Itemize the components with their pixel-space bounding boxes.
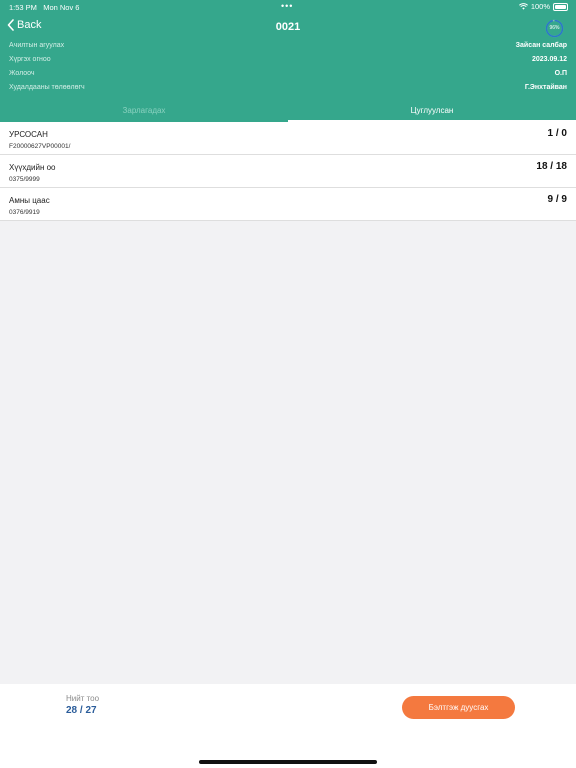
info-row-driver: Жолооч О.П	[9, 70, 567, 82]
item-list: УРСОСАН F20000627VP00001/ 1 / 0 Хүүхдийн…	[0, 122, 576, 221]
info-row-warehouse: Ачилтын агуулах Зайсан салбар	[9, 42, 567, 54]
item-code: 0375/9999	[9, 176, 40, 183]
info-label: Худалдааны төлөөлөгч	[9, 84, 85, 91]
wifi-icon	[518, 3, 528, 10]
item-name: Амны цаас	[9, 196, 50, 205]
segment-tabs: Зарлагадах Цуглуулсан	[0, 100, 576, 122]
multitasking-dots-icon[interactable]: •••	[281, 1, 293, 11]
item-count: 18 / 18	[536, 161, 567, 172]
info-row-delivery-date: Хүргэх огноо 2023.09.12	[9, 56, 567, 68]
item-count: 9 / 9	[547, 194, 567, 205]
progress-indicator: 96%	[545, 19, 564, 38]
list-item[interactable]: УРСОСАН F20000627VP00001/ 1 / 0	[0, 122, 576, 155]
tab-outgoing[interactable]: Зарлагадах	[0, 100, 288, 122]
tab-collected[interactable]: Цуглуулсан	[288, 100, 576, 122]
info-value: Г.Энхтайван	[524, 84, 567, 91]
home-indicator[interactable]	[199, 760, 377, 764]
info-label: Жолооч	[9, 70, 35, 77]
status-time: 1:53 PM Mon Nov 6	[9, 3, 80, 12]
info-label: Хүргэх огноо	[9, 56, 51, 63]
info-value: 2023.09.12	[531, 56, 567, 63]
status-bar: 1:53 PM Mon Nov 6 ••• 100%	[0, 0, 576, 14]
info-row-sales-rep: Худалдааны төлөөлөгч Г.Энхтайван	[9, 84, 567, 96]
battery-percent: 100%	[530, 2, 550, 11]
total-label: Нийт тоо	[66, 694, 100, 703]
info-value: О.П	[554, 70, 567, 77]
list-item[interactable]: Хүүхдийн оо 0375/9999 18 / 18	[0, 155, 576, 188]
finish-preparation-button[interactable]: Бэлтгэж дуусгах	[402, 696, 515, 719]
battery-icon	[553, 2, 568, 11]
page-title: 0021	[275, 21, 301, 33]
navigation-bar: Back 0021 96%	[0, 16, 576, 40]
info-label: Ачилтын агуулах	[9, 42, 65, 49]
item-code: F20000627VP00001/	[9, 143, 71, 150]
item-count: 1 / 0	[547, 128, 567, 139]
list-item[interactable]: Амны цаас 0376/9919 9 / 9	[0, 188, 576, 221]
status-right: 100%	[518, 2, 568, 11]
item-name: УРСОСАН	[9, 130, 48, 139]
progress-label: 96%	[549, 25, 560, 31]
info-value: Зайсан салбар	[515, 42, 567, 49]
total-value: 28 / 27	[66, 705, 97, 716]
item-code: 0376/9919	[9, 209, 40, 216]
header: 1:53 PM Mon Nov 6 ••• 100% Back 0021 96%…	[0, 0, 576, 122]
footer-bar: Нийт тоо 28 / 27 Бэлтгэж дуусгах	[0, 684, 576, 768]
item-name: Хүүхдийн оо	[9, 163, 56, 172]
